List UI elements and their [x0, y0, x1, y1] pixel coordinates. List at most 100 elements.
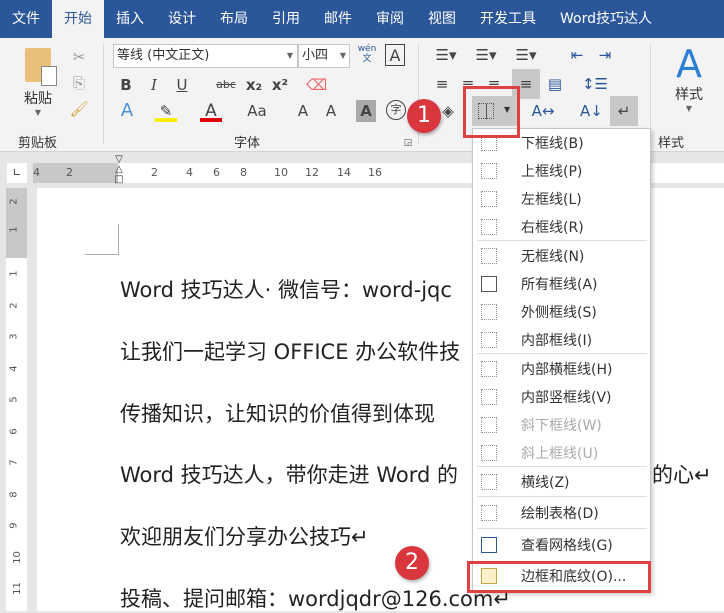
tab-layout[interactable]: 布局: [208, 0, 260, 38]
shading-icon[interactable]: ◈: [438, 100, 458, 122]
doc-line[interactable]: 欢迎朋友们分享办公技巧↵: [120, 521, 369, 551]
doc-line[interactable]: Word 技巧达人· 微信号：word-jqc: [120, 274, 452, 304]
tab-developer[interactable]: 开发工具: [468, 0, 548, 38]
ruler-tick-label: 2: [8, 198, 20, 205]
chevron-down-icon: ▼: [685, 104, 693, 113]
bold-button[interactable]: B: [116, 74, 136, 96]
menu-item[interactable]: 右框线(R): [473, 213, 650, 241]
align-left-icon[interactable]: ≡: [432, 73, 452, 95]
subscript-button[interactable]: x₂: [244, 74, 264, 96]
indent-marker[interactable]: ▽ △ □: [113, 155, 125, 187]
menu-item[interactable]: 内部竖框线(V): [473, 383, 650, 411]
doc-line[interactable]: 投稿、提问邮箱：wordjqdr@126.com↵: [120, 583, 511, 613]
italic-button[interactable]: I: [144, 74, 164, 96]
inside-vertical-border-icon: [481, 389, 497, 405]
menu-item-label: 外侧框线(S): [521, 305, 597, 321]
top-border-icon: [481, 163, 497, 179]
ruler-tick-label: 10: [11, 550, 23, 564]
menu-item-label: 内部竖框线(V): [521, 390, 612, 406]
tab-review[interactable]: 审阅: [364, 0, 416, 38]
character-shading-icon[interactable]: A: [356, 100, 376, 122]
numbering-icon[interactable]: ☰▾: [472, 44, 500, 66]
menu-item[interactable]: 外侧框线(S): [473, 298, 650, 326]
styles-icon: A: [676, 42, 702, 86]
character-border-icon[interactable]: A: [385, 44, 405, 66]
line-spacing-icon[interactable]: ↕☰: [580, 73, 610, 95]
menu-item[interactable]: 查看网格线(G): [473, 531, 650, 559]
character-scaling-icon[interactable]: A↔: [528, 100, 558, 122]
clear-formatting-icon[interactable]: ⌫: [306, 74, 327, 96]
underline-button[interactable]: U: [172, 74, 192, 96]
ruler-tick-label: 14: [337, 166, 351, 179]
tab-view[interactable]: 视图: [416, 0, 468, 38]
strikethrough-button[interactable]: abc: [212, 74, 240, 96]
distributed-icon[interactable]: ▤: [544, 73, 566, 95]
dialog-launcher-icon[interactable]: ◲: [402, 132, 414, 154]
clipboard-group-label: 剪贴板: [18, 136, 58, 151]
cut-icon[interactable]: ✂: [68, 46, 90, 68]
ruler-tick-label: 4: [186, 166, 193, 179]
copy-icon[interactable]: ⎘: [68, 72, 90, 94]
inside-borders-icon: [481, 332, 497, 348]
enclose-characters-button[interactable]: 字: [386, 100, 406, 120]
font-group-label: 字体: [234, 136, 261, 151]
menu-item[interactable]: 横线(Z): [473, 468, 650, 496]
menu-item[interactable]: 上框线(P): [473, 157, 650, 185]
sort-icon[interactable]: A↓: [580, 100, 603, 122]
shrink-font-icon[interactable]: A: [322, 100, 340, 122]
ruler-tick-label: 11: [11, 582, 23, 595]
step-badge-2: 2: [395, 546, 429, 580]
phonetic-guide-icon[interactable]: wén 文: [356, 44, 378, 66]
superscript-button[interactable]: x²: [270, 74, 290, 96]
text-effects-icon[interactable]: A: [116, 100, 138, 122]
menu-item[interactable]: 绘制表格(D): [473, 499, 650, 527]
ruler-tick-label: 10: [274, 166, 288, 179]
tab-selector[interactable]: ∟: [7, 163, 27, 183]
highlight-color-icon[interactable]: ✎: [155, 100, 177, 122]
tab-design[interactable]: 设计: [156, 0, 208, 38]
doc-line-tail[interactable]: 的心↵: [652, 459, 712, 489]
tab-references[interactable]: 引用: [260, 0, 312, 38]
font-name-select[interactable]: 等线 (中文正文) ▼: [113, 44, 298, 68]
paste-button[interactable]: 粘贴 ▼: [18, 44, 58, 124]
multilevel-list-icon[interactable]: ☰▾: [512, 44, 540, 66]
no-border-icon: [481, 248, 497, 264]
menu-item[interactable]: 无框线(N): [473, 242, 650, 270]
right-border-icon: [481, 219, 497, 235]
ruler-tick-label: 6: [8, 427, 20, 435]
ruler-tick-label: 1: [8, 270, 20, 277]
bullets-icon[interactable]: ☰▾: [432, 44, 460, 66]
borders-dropdown-menu: 下框线(B) 上框线(P) 左框线(L) 右框线(R) 无框线(N) 所有框线(A) 外侧框…: [472, 128, 651, 593]
menu-item-label: 斜下框线(W): [521, 418, 602, 434]
format-painter-icon[interactable]: 🖌: [68, 98, 90, 120]
menu-item[interactable]: 斜上框线(U): [473, 439, 650, 467]
menu-item[interactable]: 斜下框线(W): [473, 411, 650, 439]
doc-line[interactable]: 传播知识，让知识的价值得到体现: [120, 398, 435, 428]
grow-font-icon[interactable]: A: [294, 100, 312, 122]
menu-item[interactable]: 内部横框线(H): [473, 355, 650, 383]
increase-indent-icon[interactable]: ⇥: [594, 44, 616, 66]
draw-table-icon: [481, 505, 497, 521]
doc-line[interactable]: Word 技巧达人，带你走进 Word 的: [120, 459, 458, 489]
tab-file[interactable]: 文件: [0, 0, 52, 38]
doc-line[interactable]: 让我们一起学习 OFFICE 办公软件技: [120, 336, 460, 366]
ruler-tick-label: 12: [305, 166, 319, 179]
show-marks-icon[interactable]: ↵: [610, 96, 638, 126]
menu-item[interactable]: 所有框线(A): [473, 270, 650, 298]
decrease-indent-icon[interactable]: ⇤: [566, 44, 588, 66]
menu-item[interactable]: 内部框线(I): [473, 326, 650, 354]
tab-home[interactable]: 开始: [52, 0, 104, 38]
menu-item-label: 斜上框线(U): [521, 446, 599, 462]
menu-item[interactable]: 左框线(L): [473, 185, 650, 213]
styles-group-label: 样式: [658, 136, 685, 151]
tab-mailings[interactable]: 邮件: [312, 0, 364, 38]
inside-horizontal-border-icon: [481, 361, 497, 377]
ruler-tick-label: 9: [8, 522, 20, 529]
tab-insert[interactable]: 插入: [104, 0, 156, 38]
tab-word-tips[interactable]: Word技巧达人: [548, 0, 664, 38]
change-case-button[interactable]: Aa: [243, 100, 271, 122]
font-color-icon[interactable]: A: [200, 100, 222, 122]
styles-button[interactable]: A 样式 ▼: [664, 44, 714, 113]
font-size-select[interactable]: 小四 ▼: [298, 44, 350, 68]
styles-label: 样式: [675, 87, 703, 103]
